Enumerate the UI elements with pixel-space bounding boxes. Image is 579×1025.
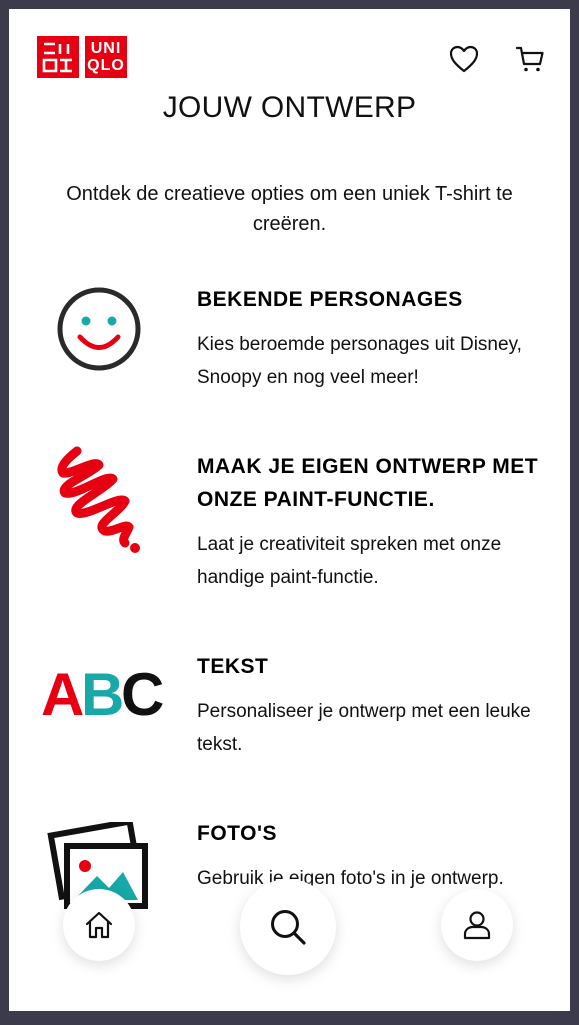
feature-characters-copy: BEKENDE PERSONAGES Kies beroemde persona… — [197, 283, 544, 394]
heart-icon — [449, 45, 479, 73]
smiley-face-icon — [39, 269, 159, 389]
uniqlo-logo[interactable]: UNI QLO — [37, 36, 127, 78]
logo-text-uni: UNI — [90, 40, 122, 57]
page-title: JOUW ONTWERP — [162, 91, 417, 124]
home-icon — [85, 911, 113, 939]
home-button[interactable] — [63, 889, 135, 961]
feature-description: Kies beroemde personages uit Disney, Sno… — [197, 334, 522, 388]
feature-description: Personaliseer je ontwerp met een leuke t… — [197, 701, 531, 755]
cart-button[interactable] — [514, 43, 546, 75]
page-intro: Ontdek de creatieve opties om een uniek … — [66, 183, 513, 235]
logo-text-qlo: QLO — [87, 57, 125, 74]
feature-description: Laat je creativiteit spreken met onze ha… — [197, 534, 502, 588]
feature-paint-copy: MAAK JE EIGEN ONTWERP MET ONZE PAINT-FUN… — [197, 450, 544, 594]
account-button[interactable] — [441, 889, 513, 961]
feature-title: TEKST — [197, 655, 269, 678]
user-icon — [463, 911, 491, 940]
feature-text-copy: TEKST Personaliseer je ontwerp met een l… — [197, 650, 544, 761]
cart-icon — [515, 46, 544, 72]
app-screen: UNI QLO JOUW ONTWERP Ontdek de creatieve… — [9, 9, 570, 1011]
paint-scribble-icon — [39, 440, 159, 560]
katakana-logo-mark — [42, 42, 72, 73]
abc-letter-a: A — [41, 661, 84, 727]
abc-letter-b: B — [81, 661, 124, 727]
feature-title: FOTO'S — [197, 822, 277, 845]
feature-title: BEKENDE PERSONAGES — [197, 288, 463, 311]
feature-title: MAAK JE EIGEN ONTWERP MET ONZE PAINT-FUN… — [197, 455, 539, 511]
logo-latin: UNI QLO — [85, 36, 127, 78]
bottom-navigation — [9, 879, 570, 1011]
search-icon — [271, 910, 306, 945]
logo-katakana — [37, 36, 79, 78]
abc-letter-c: C — [121, 661, 163, 727]
wishlist-button[interactable] — [448, 43, 480, 75]
search-button[interactable] — [240, 879, 336, 975]
abc-text-icon: A B C — [39, 632, 163, 752]
header-actions — [448, 43, 546, 75]
